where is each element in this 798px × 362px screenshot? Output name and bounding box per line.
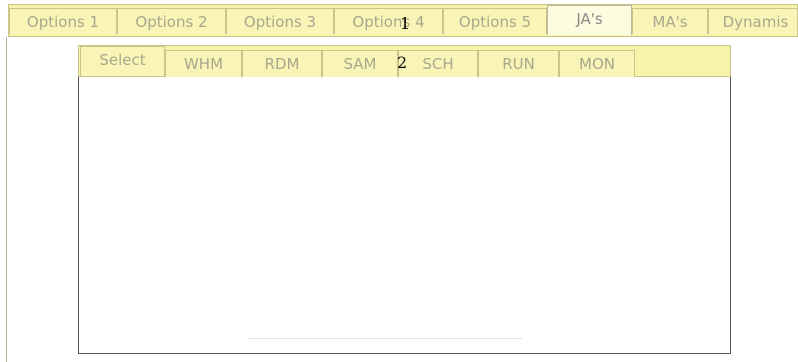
tab-options-5[interactable]: Options 5 — [443, 8, 547, 34]
tab-options-1[interactable]: Options 1 — [9, 8, 117, 34]
subtab-sch[interactable]: SCH — [398, 50, 478, 77]
subtab-whm[interactable]: WHM — [165, 50, 242, 77]
subtab-select[interactable]: Select — [80, 46, 165, 76]
tab-options-3[interactable]: Options 3 — [226, 8, 334, 34]
tab-options-2[interactable]: Options 2 — [117, 8, 226, 34]
tab-options-4[interactable]: Options 4 — [334, 8, 443, 34]
subtab-mon[interactable]: MON — [559, 50, 635, 77]
left-border — [6, 37, 7, 362]
marker-2: 2 — [397, 53, 408, 72]
tab-jas[interactable]: JA's — [547, 5, 632, 35]
bottom-divider — [248, 338, 522, 339]
subtab-run[interactable]: RUN — [478, 50, 559, 77]
tab-mas[interactable]: MA's — [632, 8, 708, 34]
marker-1: 1 — [400, 14, 411, 33]
subtab-rdm[interactable]: RDM — [242, 50, 322, 77]
content-panel — [78, 45, 731, 354]
tab-dynamis[interactable]: Dynamis — [708, 8, 797, 34]
subtab-sam[interactable]: SAM — [322, 50, 398, 77]
